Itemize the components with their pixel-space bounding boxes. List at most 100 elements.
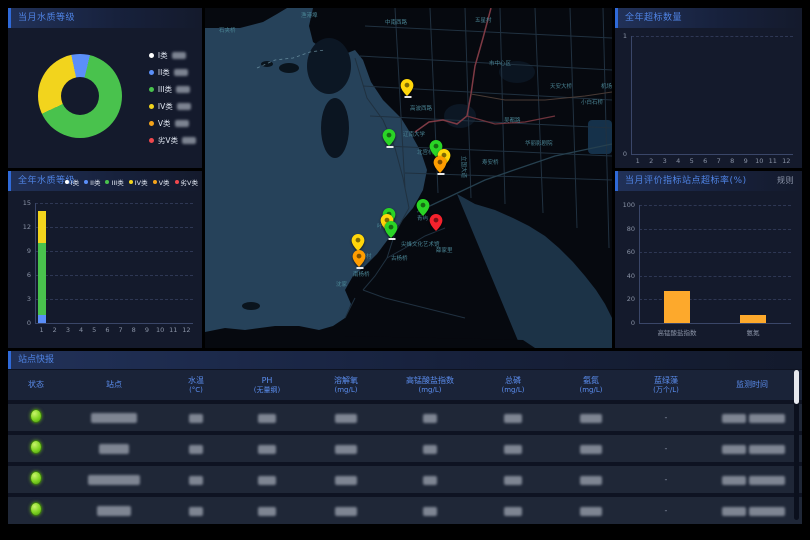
value-cell <box>552 439 630 458</box>
map-pin[interactable] <box>401 79 414 96</box>
legend-value-redacted <box>176 86 190 93</box>
legend-label: V类 <box>159 177 170 187</box>
value-cell <box>164 470 228 489</box>
station-name-redacted <box>97 506 131 516</box>
y-axis-label: 80 <box>617 225 635 233</box>
legend-item[interactable]: I类 <box>149 50 196 61</box>
grid-line <box>35 203 193 204</box>
value-redacted <box>335 507 357 516</box>
value-redacted <box>423 414 437 423</box>
map-pin[interactable] <box>383 129 396 146</box>
legend-item[interactable]: I类 <box>65 177 79 187</box>
legend-item[interactable]: II类 <box>149 67 196 78</box>
table-scrollbar[interactable] <box>794 370 799 520</box>
column-header: PH(无量纲) <box>228 376 306 395</box>
legend-value-redacted <box>174 69 188 76</box>
legend-item[interactable]: 劣V类 <box>175 177 198 187</box>
value-redacted <box>580 507 602 516</box>
y-axis-label: 3 <box>13 295 31 303</box>
column-header: 水温(°C) <box>164 376 228 395</box>
panel-title: 全年超标数量 <box>615 8 802 28</box>
map-pin[interactable] <box>430 214 443 231</box>
legend-item[interactable]: 劣V类 <box>149 135 196 146</box>
map-pin[interactable] <box>434 156 447 173</box>
x-axis-label: 12 <box>166 326 206 334</box>
status-cell <box>8 408 64 427</box>
time-redacted <box>722 414 746 423</box>
stacked-bar-segment[interactable] <box>38 315 46 323</box>
map-pin[interactable] <box>417 199 430 216</box>
value-redacted <box>504 414 522 423</box>
legend-dot <box>65 180 69 184</box>
pin-icon <box>434 156 447 173</box>
map-canvas: 石夹桥渔港埠中南西路五星村市中心区天安大桥机场路小白石桥高波西路辽南大学北宫桥寿… <box>205 8 612 348</box>
station-map[interactable]: 石夹桥渔港埠中南西路五星村市中心区天安大桥机场路小白石桥高波西路辽南大学北宫桥寿… <box>205 8 612 348</box>
rules-link[interactable]: 规则 <box>777 171 794 191</box>
algae-cell: - <box>630 444 702 453</box>
IV-legend-dot <box>149 104 154 109</box>
legend-item[interactable]: III类 <box>105 177 123 187</box>
column-name: 状态 <box>8 380 64 390</box>
legend-item[interactable]: IV类 <box>129 177 148 187</box>
stacked-bar-segment[interactable] <box>38 211 46 243</box>
column-unit: (无量纲) <box>228 386 306 395</box>
legend-item[interactable]: V类 <box>149 118 196 129</box>
pin-icon <box>385 221 398 238</box>
value-redacted <box>189 445 203 454</box>
grid-line <box>35 275 193 276</box>
legend-label: 劣V类 <box>158 135 178 146</box>
y-axis-label: 100 <box>617 201 635 209</box>
panel-annual-exceed: 全年超标数量 01123456789101112 <box>615 8 802 168</box>
table-header-row: 状态站点水温(°C)PH(无量纲)溶解氧(mg/L)高锰酸盐指数(mg/L)总磷… <box>8 370 802 400</box>
column-header: 溶解氧(mg/L) <box>306 376 386 395</box>
legend-item[interactable]: V类 <box>153 177 170 187</box>
station-name-redacted <box>99 444 129 454</box>
status-cell <box>8 501 64 520</box>
bar-category-label: 高锰酸盐指数 <box>642 327 712 337</box>
legend-dot <box>129 180 133 184</box>
map-pin[interactable] <box>352 234 365 251</box>
time-cell <box>702 501 802 520</box>
panel-title: 当月评价指标站点超标率(%) 规则 <box>615 171 802 191</box>
value-redacted <box>580 476 602 485</box>
legend-item[interactable]: IV类 <box>149 101 196 112</box>
map-label: 天安大桥 <box>550 82 573 90</box>
map-pin[interactable] <box>353 250 366 267</box>
algae-cell: - <box>630 413 702 422</box>
y-axis-line <box>35 203 36 323</box>
panel-monthly-grade: 当月水质等级 I类 II类 III类 IV类 V类劣V类 <box>8 8 202 168</box>
column-name: 总磷 <box>474 376 552 386</box>
station-cell <box>64 470 164 489</box>
panel-annual-grade: 全年水质等级 I类II类III类IV类V类劣V类 036912151234567… <box>8 171 202 348</box>
pin-select-mark <box>388 238 395 240</box>
status-ok-dot <box>30 502 42 516</box>
scrollbar-thumb[interactable] <box>794 370 799 404</box>
column-name: PH <box>228 376 306 386</box>
time-cell <box>702 439 802 458</box>
pin-icon <box>352 234 365 251</box>
value-cell <box>164 439 228 458</box>
annual-exceed-chart: 01123456789101112 <box>631 36 793 154</box>
status-cell <box>8 470 64 489</box>
value-redacted <box>189 414 203 423</box>
grid-line <box>639 299 791 300</box>
donut-hole <box>61 77 99 115</box>
column-name: 站点 <box>64 380 164 390</box>
y-axis-line <box>639 205 640 323</box>
stacked-bar-segment[interactable] <box>38 243 46 315</box>
value-redacted <box>258 445 276 454</box>
map-pin[interactable] <box>385 221 398 238</box>
status-ok-dot <box>30 409 42 423</box>
algae-cell: - <box>630 475 702 484</box>
time-redacted <box>749 414 785 423</box>
legend-item[interactable]: II类 <box>84 177 100 187</box>
legend-item[interactable]: III类 <box>149 84 196 95</box>
legend-value-redacted <box>182 137 196 144</box>
rate-bar[interactable] <box>664 291 690 323</box>
panel-title-text: 当月评价指标站点超标率(%) <box>625 176 747 186</box>
劣V-legend-dot <box>149 138 154 143</box>
column-header: 监测时间 <box>702 380 802 390</box>
grid-line <box>35 323 193 324</box>
rate-bar[interactable] <box>740 315 766 323</box>
panel-title: 当月水质等级 <box>8 8 202 28</box>
